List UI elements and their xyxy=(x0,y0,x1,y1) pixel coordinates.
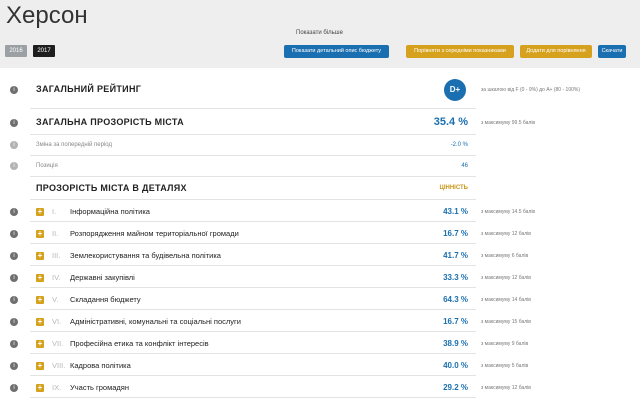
add-compare-button[interactable]: Додати для порівняння xyxy=(520,45,592,58)
row-label: Адміністративні, комунальні та соціальні… xyxy=(70,317,241,326)
row-number: VII. xyxy=(52,339,64,348)
row-number: IV. xyxy=(52,273,61,282)
row-label: Землекористування та будівельна політика xyxy=(70,251,221,260)
info-icon[interactable]: i xyxy=(10,340,18,348)
info-icon[interactable]: i xyxy=(10,86,18,94)
change-label: Зміна за попередній період xyxy=(36,142,112,148)
info-icon[interactable]: i xyxy=(10,230,18,238)
info-icon[interactable]: i xyxy=(10,252,18,260)
expand-icon[interactable]: + xyxy=(36,318,44,326)
divider xyxy=(30,176,476,177)
expand-icon[interactable]: + xyxy=(36,252,44,260)
city-title: Херсон xyxy=(6,2,88,29)
info-icon[interactable]: i xyxy=(10,296,18,304)
expand-icon[interactable]: + xyxy=(36,230,44,238)
row-max: з максимуму 14 балів xyxy=(481,297,531,303)
row-number: I. xyxy=(52,207,57,216)
row-value: 41.7 % xyxy=(443,251,468,260)
row-max: з максимуму 6 балів xyxy=(481,253,529,259)
row-number: V. xyxy=(52,295,59,304)
divider xyxy=(30,265,476,266)
divider xyxy=(30,243,476,244)
divider xyxy=(30,108,476,109)
row-value: 43.1 % xyxy=(443,207,468,216)
row-value: 38.9 % xyxy=(443,339,468,348)
compare-average-button[interactable]: Порівняти з середніми показниками xyxy=(406,45,514,58)
row-max: з максимуму 12 балів xyxy=(481,275,531,281)
row-label: Участь громадян xyxy=(70,383,130,392)
overall-rating-title: ЗАГАЛЬНИЙ РЕЙТИНГ xyxy=(36,84,142,94)
transparency-max: з максимуму 99.5 балів xyxy=(481,120,536,126)
expand-icon[interactable]: + xyxy=(36,296,44,304)
year-2017-button[interactable]: 2017 xyxy=(33,45,55,57)
transparency-title: ЗАГАЛЬНА ПРОЗОРІСТЬ МІСТА xyxy=(36,117,184,127)
row-value: 33.3 % xyxy=(443,273,468,282)
expand-icon[interactable]: + xyxy=(36,208,44,216)
transparency-value: 35.4 % xyxy=(433,116,468,128)
info-icon[interactable]: i xyxy=(10,318,18,326)
info-icon[interactable]: i xyxy=(10,141,18,149)
divider xyxy=(30,155,476,156)
info-icon[interactable]: i xyxy=(10,162,18,170)
row-max: з максимуму 12 балів xyxy=(481,385,531,391)
info-icon[interactable]: i xyxy=(10,119,18,127)
row-label: Кадрова політика xyxy=(70,361,131,370)
page-header: Херсон Показати більше 2016 2017 Показат… xyxy=(0,0,640,68)
row-label: Складання бюджету xyxy=(70,295,141,304)
expand-icon[interactable]: + xyxy=(36,340,44,348)
divider xyxy=(30,353,476,354)
row-number: III. xyxy=(52,251,61,260)
position-label: Позиція xyxy=(36,163,58,169)
info-icon[interactable]: i xyxy=(10,384,18,392)
row-value: 29.2 % xyxy=(443,383,468,392)
download-button[interactable]: Скачати xyxy=(598,45,626,58)
divider xyxy=(30,134,476,135)
show-more-link[interactable]: Показати більше xyxy=(296,30,343,36)
value-column-header: ЦІННІСТЬ xyxy=(439,185,468,191)
row-value: 16.7 % xyxy=(443,229,468,238)
row-max: з максимуму 12 балів xyxy=(481,231,531,237)
row-value: 16.7 % xyxy=(443,317,468,326)
row-label: Професійна етика та конфлікт інтересів xyxy=(70,339,209,348)
position-value: 46 xyxy=(461,163,468,169)
grade-scale: за шкалою від F (0 - 9%) до A+ (80 - 100… xyxy=(481,87,580,93)
grade-badge: D+ xyxy=(444,79,466,101)
details-title: ПРОЗОРІСТЬ МІСТА В ДЕТАЛЯХ xyxy=(36,183,187,193)
row-value: 40.0 % xyxy=(443,361,468,370)
row-number: VIII. xyxy=(52,361,66,370)
divider xyxy=(30,221,476,222)
divider xyxy=(30,287,476,288)
info-icon[interactable]: i xyxy=(10,362,18,370)
row-value: 64.3 % xyxy=(443,295,468,304)
row-max: з максимуму 15 балів xyxy=(481,319,531,325)
divider xyxy=(30,375,476,376)
divider xyxy=(30,199,476,200)
row-label: Державні закупівлі xyxy=(70,273,135,282)
divider xyxy=(30,309,476,310)
row-number: VI. xyxy=(52,317,62,326)
info-icon[interactable]: i xyxy=(10,208,18,216)
row-max: з максимуму 9 балів xyxy=(481,341,529,347)
change-value: -2.0 % xyxy=(450,142,468,148)
expand-icon[interactable]: + xyxy=(36,384,44,392)
expand-icon[interactable]: + xyxy=(36,274,44,282)
row-max: з максимуму 5 балів xyxy=(481,363,529,369)
row-label: Розпорядження майном територіальної гром… xyxy=(70,229,239,238)
row-number: II. xyxy=(52,229,59,238)
row-max: з максимуму 14.5 балів xyxy=(481,209,536,215)
year-2016-button[interactable]: 2016 xyxy=(5,45,27,57)
expand-icon[interactable]: + xyxy=(36,362,44,370)
divider xyxy=(30,331,476,332)
budget-description-button[interactable]: Показати детальний опис бюджету xyxy=(284,45,389,58)
info-icon[interactable]: i xyxy=(10,274,18,282)
divider xyxy=(30,397,476,398)
row-label: Інформаційна політика xyxy=(70,207,150,216)
row-number: IX. xyxy=(52,383,62,392)
